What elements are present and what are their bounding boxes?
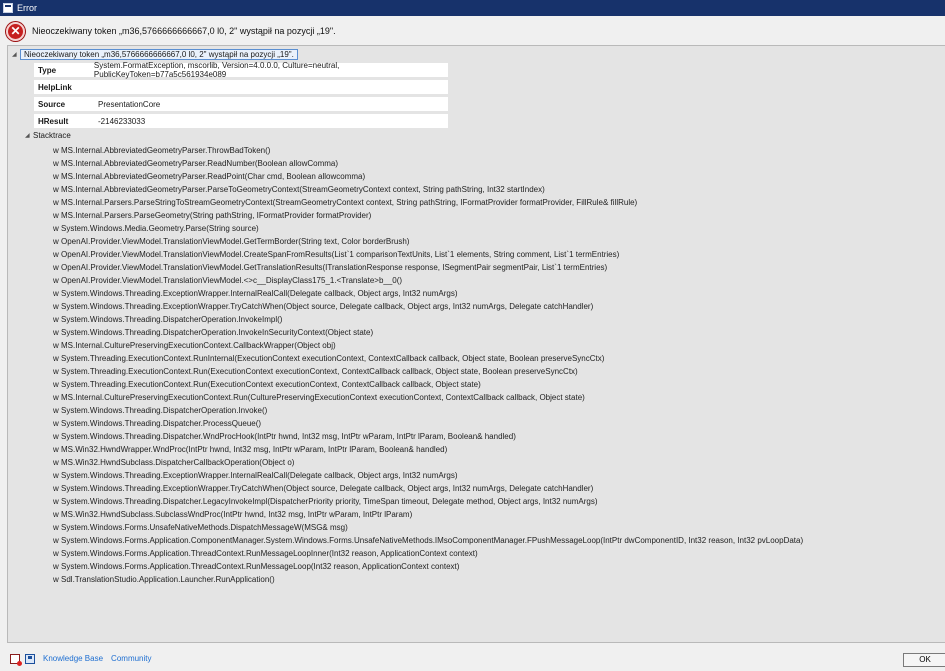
stacktrace-line: w System.Windows.Threading.ExceptionWrap… (53, 484, 594, 493)
stacktrace-line: w MS.Internal.AbbreviatedGeometryParser.… (53, 172, 366, 181)
error-header: ✕ Nieoczekiwany token „m36,5766666666667… (0, 16, 945, 46)
stacktrace-line: w System.Windows.Threading.DispatcherOpe… (53, 315, 283, 324)
stacktrace-line: w MS.Internal.CulturePreservingExecution… (53, 393, 585, 402)
stacktrace-line: w System.Windows.Threading.Dispatcher.Le… (53, 497, 598, 506)
stacktrace-line: w System.Windows.Threading.DispatcherOpe… (53, 328, 374, 337)
stacktrace-label: Stacktrace (33, 131, 71, 140)
stacktrace-line: w System.Windows.Threading.ExceptionWrap… (53, 471, 458, 480)
error-report-icon[interactable] (10, 653, 22, 666)
property-value: -2146233033 (98, 116, 146, 126)
ok-button[interactable]: OK (903, 653, 945, 667)
window-icon (3, 3, 13, 13)
stacktrace-line: w System.Windows.Forms.Application.Threa… (53, 562, 460, 571)
stacktrace-line: w MS.Internal.AbbreviatedGeometryParser.… (53, 146, 271, 155)
stacktrace-line: w System.Windows.Threading.ExceptionWrap… (53, 289, 458, 298)
stacktrace-list: w MS.Internal.AbbreviatedGeometryParser.… (53, 145, 803, 587)
property-row-source: Source PresentationCore (34, 97, 448, 111)
stacktrace-line: w MS.Internal.Parsers.ParseStringToStrea… (53, 198, 638, 207)
stacktrace-line: w System.Windows.Media.Geometry.Parse(St… (53, 224, 259, 233)
stacktrace-line: w System.Windows.Threading.DispatcherOpe… (53, 406, 268, 415)
property-key: Type (38, 65, 57, 75)
error-message: Nieoczekiwany token „m36,5766666666667,0… (32, 26, 336, 36)
stacktrace-line: w MS.Win32.HwndSubclass.SubclassWndProc(… (53, 510, 413, 519)
stacktrace-line: w MS.Internal.CulturePreservingExecution… (53, 341, 336, 350)
property-key: HelpLink (38, 82, 72, 92)
stacktrace-line: w OpenAI.Provider.ViewModel.TranslationV… (53, 276, 403, 285)
window-title: Error (17, 3, 37, 13)
exception-properties: Type System.FormatException, mscorlib, V… (34, 61, 448, 131)
knowledge-base-link[interactable]: Knowledge Base (43, 654, 103, 663)
stacktrace-line: w MS.Internal.AbbreviatedGeometryParser.… (53, 185, 545, 194)
exception-root-row[interactable]: ◢ Nieoczekiwany token „m36,5766666666667… (12, 48, 298, 60)
footer-bar: Knowledge Base Community OK (0, 646, 945, 671)
title-bar: Error (0, 0, 945, 16)
property-key: Source (38, 99, 66, 109)
save-icon[interactable] (25, 653, 35, 664)
stacktrace-line: w System.Windows.Threading.Dispatcher.Wn… (53, 432, 516, 441)
property-row-type: Type System.FormatException, mscorlib, V… (34, 61, 448, 79)
exception-root-label[interactable]: Nieoczekiwany token „m36,5766666666667,0… (20, 48, 298, 60)
property-row-helplink: HelpLink (34, 80, 448, 94)
stacktrace-line: w System.Windows.Threading.Dispatcher.Pr… (53, 419, 262, 428)
property-key: HResult (38, 116, 69, 126)
stacktrace-line: w System.Threading.ExecutionContext.Run(… (53, 380, 481, 389)
stacktrace-line: w MS.Internal.AbbreviatedGeometryParser.… (53, 159, 339, 168)
property-value: PresentationCore (98, 99, 161, 109)
property-value: System.FormatException, mscorlib, Versio… (93, 61, 340, 79)
stacktrace-line: w System.Threading.ExecutionContext.RunI… (53, 354, 605, 363)
stacktrace-line: w System.Windows.Forms.Application.Compo… (53, 536, 804, 545)
exception-tree: ◢ Nieoczekiwany token „m36,5766666666667… (7, 45, 945, 643)
collapse-arrow-icon[interactable]: ◢ (12, 51, 20, 58)
stacktrace-line: w MS.Win32.HwndSubclass.DispatcherCallba… (53, 458, 295, 467)
collapse-arrow-icon[interactable]: ◢ (25, 132, 33, 139)
property-row-hresult: HResult -2146233033 (34, 114, 448, 128)
stacktrace-line: w Sdl.TranslationStudio.Application.Laun… (53, 575, 275, 584)
stacktrace-line: w OpenAI.Provider.ViewModel.TranslationV… (53, 250, 620, 259)
stacktrace-node[interactable]: ◢ Stacktrace (25, 131, 71, 140)
stacktrace-line: w System.Windows.Forms.UnsafeNativeMetho… (53, 523, 348, 532)
stacktrace-line: w System.Windows.Threading.ExceptionWrap… (53, 302, 594, 311)
stacktrace-line: w OpenAI.Provider.ViewModel.TranslationV… (53, 237, 410, 246)
stacktrace-line: w MS.Internal.Parsers.ParseGeometry(Stri… (53, 211, 372, 220)
stacktrace-line: w MS.Win32.HwndWrapper.WndProc(IntPtr hw… (53, 445, 448, 454)
stacktrace-line: w System.Windows.Forms.Application.Threa… (53, 549, 478, 558)
error-icon: ✕ (6, 21, 25, 41)
stacktrace-line: w System.Threading.ExecutionContext.Run(… (53, 367, 578, 376)
stacktrace-line: w OpenAI.Provider.ViewModel.TranslationV… (53, 263, 608, 272)
community-link[interactable]: Community (111, 654, 151, 663)
